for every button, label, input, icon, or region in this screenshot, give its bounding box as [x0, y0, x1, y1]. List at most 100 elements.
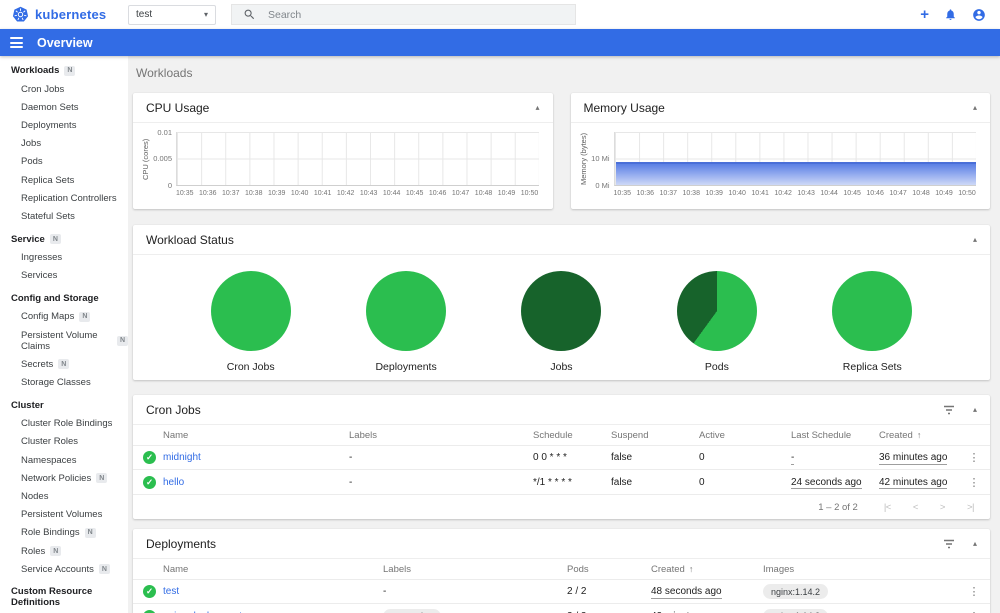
x-tick-label: 10:41 — [313, 190, 332, 197]
x-tick-label: 10:44 — [382, 190, 401, 197]
sidebar-item[interactable]: Cluster Roles — [0, 433, 128, 451]
col-labels[interactable]: Labels — [383, 564, 567, 575]
collapse-caret-icon[interactable]: ▴ — [973, 235, 977, 244]
next-page-icon[interactable]: > — [940, 502, 946, 513]
cron-jobs-title: Cron Jobs — [146, 402, 201, 417]
col-created-sorted[interactable]: Created ↑ — [879, 430, 958, 441]
sidebar-item[interactable]: Namespaces — [0, 451, 128, 469]
col-labels[interactable]: Labels — [349, 430, 533, 441]
kubernetes-logo-icon — [12, 6, 29, 22]
cronjob-name-link[interactable]: hello — [163, 477, 349, 488]
chevron-down-icon: ▾ — [203, 10, 208, 19]
col-pods[interactable]: Pods — [567, 564, 651, 575]
header-actions: + — [920, 7, 1000, 22]
col-images[interactable]: Images — [763, 564, 958, 575]
menu-hamburger-button[interactable] — [10, 35, 23, 51]
sidebar-section-header[interactable]: Service N — [0, 228, 128, 249]
deployment-name-link[interactable]: test — [163, 586, 383, 597]
search-input[interactable] — [268, 8, 528, 21]
sidebar-item[interactable]: Storage Classes — [0, 373, 128, 391]
col-active[interactable]: Active — [699, 430, 791, 441]
namespaced-badge: N — [50, 546, 62, 557]
x-tick-label: 10:46 — [866, 190, 884, 197]
sidebar-item[interactable]: Replica Sets — [0, 171, 128, 189]
col-name[interactable]: Name — [163, 430, 349, 441]
sidebar-item[interactable]: Daemon Sets — [0, 98, 128, 116]
sidebar-item[interactable]: Cron Jobs — [0, 80, 128, 98]
cronjob-name-link[interactable]: midnight — [163, 452, 349, 463]
col-last-schedule[interactable]: Last Schedule — [791, 430, 879, 441]
deployments-header: Deployments ▴ — [133, 529, 990, 559]
col-created-sorted[interactable]: Created ↑ — [651, 564, 763, 575]
x-tick-label: 10:37 — [221, 190, 240, 197]
sidebar-item[interactable]: Network Policies N — [0, 469, 128, 487]
sidebar: Workloads N Cron Jobs Daemon Sets Deploy… — [0, 56, 128, 613]
sidebar-item[interactable]: Services — [0, 267, 128, 285]
sidebar-item[interactable]: Role Bindings N — [0, 524, 128, 542]
namespace-selector[interactable]: test ▾ — [128, 4, 216, 25]
sidebar-item-label: Persistent Volume Claims — [21, 329, 98, 352]
notifications-button[interactable] — [944, 8, 957, 21]
x-tick-label: 10:36 — [636, 190, 655, 197]
row-menu-button[interactable]: ⋮ — [958, 610, 990, 613]
row-menu-button[interactable]: ⋮ — [958, 476, 990, 489]
sidebar-section-header[interactable]: Workloads N — [0, 59, 128, 80]
sidebar-item[interactable]: Service Accounts N — [0, 560, 128, 578]
collapse-caret-icon[interactable]: ▴ — [973, 103, 977, 112]
col-schedule[interactable]: Schedule — [533, 430, 611, 441]
sidebar-item[interactable]: Replication Controllers — [0, 189, 128, 207]
logo-text: kubernetes — [35, 7, 107, 22]
cpu-usage-card: CPU Usage ▴ CPU (cores) 0.01 0.005 0 10:35… — [133, 93, 553, 209]
col-suspend[interactable]: Suspend — [611, 430, 699, 441]
collapse-caret-icon[interactable]: ▴ — [973, 405, 977, 414]
x-tick-label: 10:39 — [267, 190, 286, 197]
created-cell: 36 minutes ago — [879, 452, 948, 465]
last-page-icon[interactable]: >| — [967, 502, 975, 513]
kubernetes-logo[interactable]: kubernetes — [0, 6, 128, 23]
y-tick-label: 0 Mi — [595, 181, 610, 190]
sidebar-item[interactable]: Roles N — [0, 542, 128, 560]
first-page-icon[interactable]: |< — [884, 502, 892, 513]
sidebar-item[interactable]: Jobs — [0, 135, 128, 153]
cron-jobs-table-body: ✓ midnight - 0 0 * * * false 0 - 36 minu… — [133, 446, 990, 494]
add-resource-button[interactable]: + — [920, 7, 929, 22]
pie-label: Jobs — [550, 361, 573, 373]
sidebar-item[interactable]: Nodes — [0, 487, 128, 505]
sidebar-item[interactable]: Pods — [0, 153, 128, 171]
sidebar-section-header[interactable]: Config and Storage — [0, 287, 128, 308]
collapse-caret-icon[interactable]: ▴ — [535, 103, 539, 112]
workload-status-pie: Pods — [652, 271, 782, 373]
previous-page-icon[interactable]: < — [913, 502, 919, 513]
col-name[interactable]: Name — [163, 564, 383, 575]
pie-chart — [366, 271, 447, 351]
filter-list-icon[interactable] — [943, 405, 955, 415]
app-bar: Overview — [0, 29, 1000, 56]
sidebar-item[interactable]: Persistent Volumes — [0, 506, 128, 524]
sidebar-item-label: Config Maps — [21, 311, 75, 323]
page-breadcrumb-title: Overview — [37, 35, 93, 50]
x-tick-label: 10:40 — [728, 190, 746, 197]
sidebar-section-header[interactable]: Custom Resource Definitions — [0, 580, 128, 612]
row-menu-button[interactable]: ⋮ — [958, 585, 990, 598]
sidebar-item[interactable]: Persistent Volume Claims N — [0, 326, 128, 355]
row-menu-button[interactable]: ⋮ — [958, 451, 990, 464]
y-tick-label: 10 Mi — [591, 154, 610, 163]
collapse-caret-icon[interactable]: ▴ — [973, 539, 977, 548]
image-chip: nginx:1.14.2 — [763, 608, 829, 613]
sidebar-item-label: Roles — [21, 545, 46, 557]
sidebar-item[interactable]: Stateful Sets — [0, 207, 128, 225]
deployments-card: Deployments ▴ Name Labels Pods Created ↑ … — [133, 529, 990, 613]
sidebar-item[interactable]: Config Maps N — [0, 308, 128, 326]
sidebar-item[interactable]: Deployments — [0, 116, 128, 134]
created-cell: 48 seconds ago — [651, 586, 722, 599]
sidebar-section-header[interactable]: Cluster — [0, 394, 128, 415]
search-bar[interactable] — [231, 4, 576, 25]
filter-list-icon[interactable] — [943, 539, 955, 549]
sidebar-item-label: Daemon Sets — [21, 101, 79, 113]
sidebar-item[interactable]: Cluster Role Bindings — [0, 415, 128, 433]
namespaced-badge: N — [58, 359, 70, 370]
deployments-table-body: ✓ test - 2 / 2 48 seconds ago nginx:1.14… — [133, 580, 990, 613]
sidebar-item[interactable]: Secrets N — [0, 355, 128, 373]
sidebar-item[interactable]: Ingresses — [0, 249, 128, 267]
account-button[interactable] — [972, 8, 986, 22]
